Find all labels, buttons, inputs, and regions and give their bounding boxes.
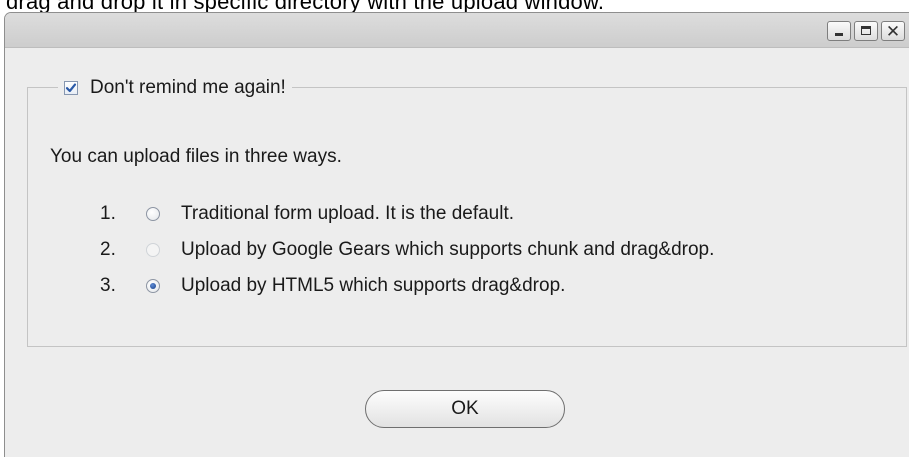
intro-text: You can upload files in three ways. [50,146,342,167]
option-label: Traditional form upload. It is the defau… [181,203,515,224]
radio-html5[interactable] [146,279,160,293]
dont-remind-label: Don't remind me again! [90,77,286,98]
close-button[interactable]: ✕ [881,21,905,41]
option-number: 1. [100,203,116,224]
window-controls: ✕ [827,21,905,41]
upload-option-traditional[interactable]: 1. Traditional form upload. It is the de… [100,202,514,226]
upload-option-google-gears: 2. Upload by Google Gears which supports… [100,238,714,262]
upload-option-html5[interactable]: 3. Upload by HTML5 which supports drag&d… [100,274,565,298]
option-number: 3. [100,275,116,296]
minimize-button[interactable] [827,21,851,41]
title-bar: ✕ [5,13,909,48]
radio-traditional[interactable] [146,207,160,221]
reminder-legend: Don't remind me again! [58,76,292,100]
option-label: Upload by HTML5 which supports drag&drop… [181,275,566,296]
dont-remind-checkbox[interactable] [64,81,78,95]
maximize-icon [855,22,877,40]
option-number: 2. [100,239,116,260]
close-icon: ✕ [885,22,901,41]
checkmark-icon [65,83,77,93]
maximize-button[interactable] [854,21,878,41]
minimize-icon [828,22,850,40]
radio-google-gears [146,243,160,257]
ok-button[interactable]: OK [365,390,565,428]
option-label: Upload by Google Gears which supports ch… [181,239,715,260]
